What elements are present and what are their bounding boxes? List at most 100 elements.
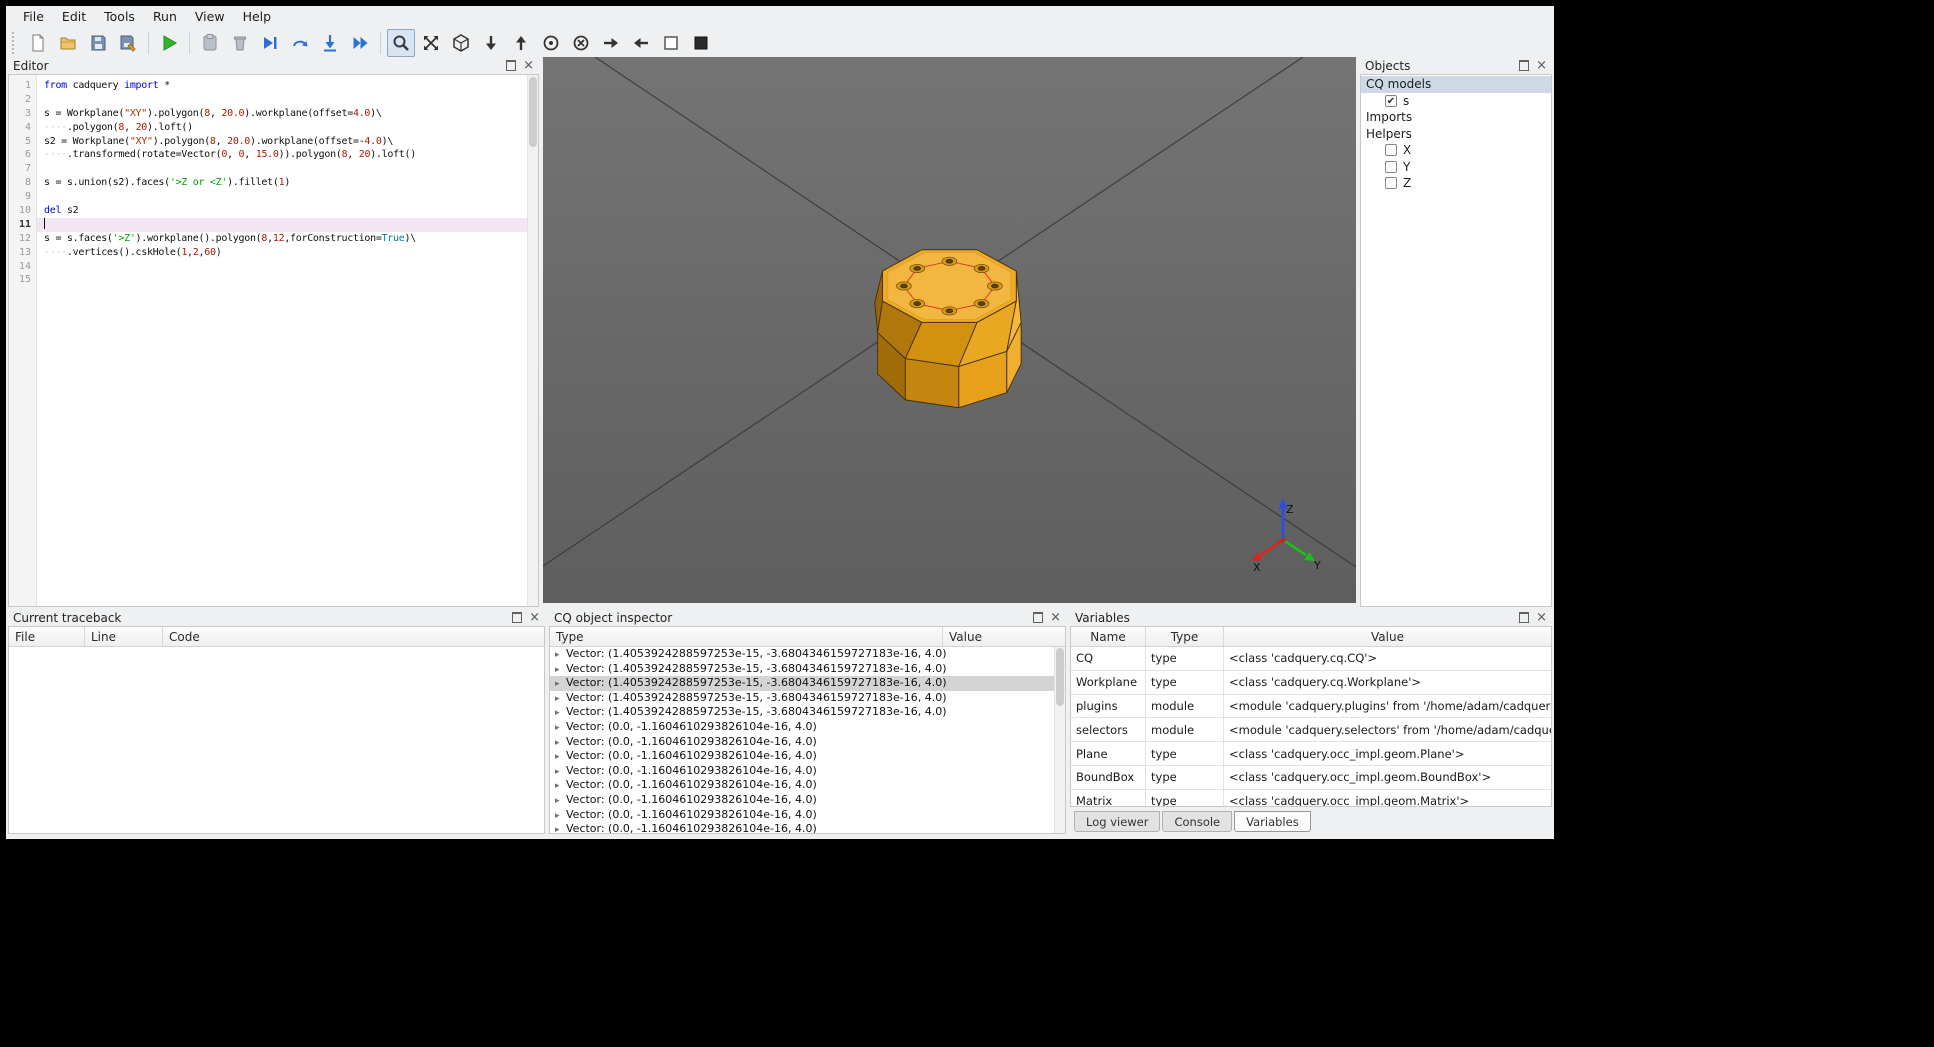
- viewport-canvas[interactable]: X Y Z: [542, 56, 1357, 603]
- render-button[interactable]: [155, 29, 183, 57]
- menu-file[interactable]: File: [14, 7, 53, 26]
- variable-row-boundbox[interactable]: BoundBox type <class 'cadquery.occ_impl.ge…: [1071, 765, 1551, 790]
- shaded-button[interactable]: [687, 29, 715, 57]
- expand-arrow-icon[interactable]: ▸: [555, 706, 563, 720]
- debug-button[interactable]: [196, 29, 224, 57]
- inspector-row[interactable]: ▸ Vector: (0.0, -1.1604610293826104e-16, …: [550, 764, 1065, 779]
- inspector-panel-titlebar[interactable]: CQ object inspector ×: [549, 609, 1066, 626]
- back-view-button[interactable]: [567, 29, 595, 57]
- traceback-col-line[interactable]: Line: [85, 627, 163, 646]
- continue-button[interactable]: [346, 29, 374, 57]
- objects-float-icon[interactable]: [1519, 60, 1530, 71]
- open-button[interactable]: [54, 29, 82, 57]
- inspector-row[interactable]: ▸ Vector: (0.0, -1.1604610293826104e-16, …: [550, 822, 1065, 833]
- inspector-row[interactable]: ▸ Vector: (0.0, -1.1604610293826104e-16, …: [550, 720, 1065, 735]
- variable-row-plane[interactable]: Plane type <class 'cadquery.occ_impl.geom.…: [1071, 742, 1551, 766]
- code-line-12[interactable]: s = s.faces('>Z').workplane().polygon(8,…: [37, 232, 538, 246]
- checkbox-y[interactable]: [1385, 160, 1397, 173]
- editor-close-icon[interactable]: ×: [523, 59, 534, 72]
- tab-log-viewer[interactable]: Log viewer: [1074, 811, 1161, 832]
- expand-arrow-icon[interactable]: ▸: [555, 779, 563, 793]
- inspector-col-type[interactable]: Type: [550, 627, 943, 646]
- inspector-scrollbar[interactable]: [1054, 647, 1065, 833]
- checkbox-x[interactable]: [1385, 144, 1397, 157]
- inspector-scroll-thumb[interactable]: [1056, 648, 1064, 706]
- expand-arrow-icon[interactable]: ▸: [555, 721, 563, 735]
- inspector-col-value[interactable]: Value: [943, 627, 1065, 646]
- expand-arrow-icon[interactable]: ▸: [555, 663, 563, 677]
- code-line-4[interactable]: ····.polygon(8, 20).loft(): [37, 121, 538, 135]
- save-button[interactable]: [84, 29, 112, 57]
- zoom-fit-button[interactable]: [387, 28, 415, 57]
- tree-item-helpers[interactable]: Helpers: [1361, 126, 1551, 143]
- code-line-15[interactable]: [37, 273, 538, 287]
- variable-row-matrix[interactable]: Matrix type <class 'cadquery.occ_impl.geom…: [1071, 789, 1551, 806]
- expand-arrow-icon[interactable]: ▸: [555, 692, 563, 706]
- objects-close-icon[interactable]: ×: [1536, 59, 1547, 72]
- top-view-button[interactable]: [507, 29, 535, 57]
- bottom-view-button[interactable]: [477, 29, 505, 57]
- expand-arrow-icon[interactable]: ▸: [555, 736, 563, 750]
- variable-row-cq[interactable]: CQ type <class 'cadquery.cq.CQ'>: [1071, 647, 1551, 671]
- variables-float-icon[interactable]: [1519, 612, 1530, 623]
- traceback-col-code[interactable]: Code: [163, 627, 544, 646]
- traceback-col-file[interactable]: File: [9, 627, 85, 646]
- code-line-6[interactable]: ····.transformed(rotate=Vector(0, 0, 15.…: [37, 148, 538, 162]
- toolbar-handle[interactable]: [12, 31, 19, 54]
- delete-traces-button[interactable]: [226, 29, 254, 57]
- tree-item-imports[interactable]: Imports: [1361, 109, 1551, 126]
- objects-panel-titlebar[interactable]: Objects ×: [1360, 57, 1552, 74]
- expand-arrow-icon[interactable]: ▸: [555, 750, 563, 764]
- editor-panel-titlebar[interactable]: Editor ×: [8, 57, 539, 74]
- editor-float-icon[interactable]: [506, 60, 517, 71]
- code-line-13[interactable]: ····.vertices().cskHole(1,2,60): [37, 246, 538, 260]
- menu-view[interactable]: View: [186, 7, 234, 26]
- tree-item-z[interactable]: Z: [1361, 175, 1551, 192]
- code-line-1[interactable]: from cadquery import *: [37, 79, 538, 93]
- step-next-button[interactable]: [286, 29, 314, 57]
- inspector-row[interactable]: ▸ Vector: (1.4053924288597253e-15, -3.680…: [550, 691, 1065, 706]
- editor-code-area[interactable]: from cadquery import * s = Workplane("XY"…: [37, 75, 538, 606]
- variables-close-icon[interactable]: ×: [1536, 611, 1547, 624]
- inspector-row[interactable]: ▸ Vector: (1.4053924288597253e-15, -3.680…: [550, 705, 1065, 720]
- expand-arrow-icon[interactable]: ▸: [555, 823, 563, 833]
- save-as-button[interactable]: [114, 29, 142, 57]
- variables-col-type[interactable]: Type: [1146, 627, 1224, 646]
- variable-row-plugins[interactable]: plugins module <module 'cadquery.plugins' …: [1071, 694, 1551, 719]
- inspector-row[interactable]: ▸ Vector: (0.0, -1.1604610293826104e-16, …: [550, 778, 1065, 793]
- inspector-float-icon[interactable]: [1033, 612, 1044, 623]
- tree-item-cq-models[interactable]: CQ models: [1361, 76, 1551, 93]
- step-button[interactable]: [256, 29, 284, 57]
- new-file-button[interactable]: [24, 29, 52, 57]
- traceback-float-icon[interactable]: [512, 612, 523, 623]
- inspector-row[interactable]: ▸ Vector: (1.4053924288597253e-15, -3.680…: [550, 662, 1065, 677]
- code-line-3[interactable]: s = Workplane("XY").polygon(8, 20.0).wor…: [37, 107, 538, 121]
- fit-all-button[interactable]: [417, 29, 445, 57]
- menu-run[interactable]: Run: [144, 7, 186, 26]
- variables-col-value[interactable]: Value: [1224, 627, 1551, 646]
- wireframe-button[interactable]: [657, 29, 685, 57]
- inspector-row[interactable]: ▸ Vector: (0.0, -1.1604610293826104e-16, …: [550, 808, 1065, 823]
- menu-help[interactable]: Help: [234, 7, 281, 26]
- expand-arrow-icon[interactable]: ▸: [555, 677, 563, 691]
- inspector-row[interactable]: ▸ Vector: (0.0, -1.1604610293826104e-16, …: [550, 749, 1065, 764]
- tree-item-x[interactable]: X: [1361, 142, 1551, 159]
- tab-variables[interactable]: Variables: [1234, 811, 1311, 832]
- checkbox-z[interactable]: [1385, 177, 1397, 190]
- code-line-9[interactable]: [37, 190, 538, 204]
- expand-arrow-icon[interactable]: ▸: [555, 809, 563, 823]
- code-line-5[interactable]: s2 = Workplane("XY").polygon(8, 20.0).wo…: [37, 135, 538, 149]
- viewport-3d[interactable]: X Y Z: [542, 56, 1357, 603]
- inspector-row[interactable]: ▸ Vector: (1.4053924288597253e-15, -3.680…: [550, 676, 1065, 691]
- step-into-button[interactable]: [316, 29, 344, 57]
- code-line-14[interactable]: [37, 260, 538, 274]
- code-line-10[interactable]: del s2: [37, 204, 538, 218]
- code-line-11[interactable]: [37, 217, 538, 232]
- traceback-close-icon[interactable]: ×: [529, 611, 540, 624]
- code-line-7[interactable]: [37, 162, 538, 176]
- inspector-close-icon[interactable]: ×: [1050, 611, 1061, 624]
- tree-item-s[interactable]: ✔ s: [1361, 93, 1551, 110]
- iso-view-button[interactable]: [447, 29, 475, 57]
- left-view-button[interactable]: [627, 29, 655, 57]
- checkbox-s[interactable]: ✔: [1385, 94, 1397, 107]
